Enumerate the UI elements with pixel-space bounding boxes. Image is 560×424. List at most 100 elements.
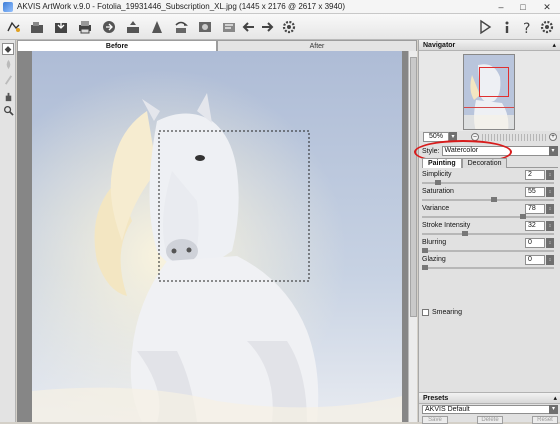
tab-before[interactable]: Before xyxy=(17,40,217,51)
param-value-input[interactable]: 32 xyxy=(525,221,545,231)
chevron-down-icon[interactable]: ▾ xyxy=(549,405,558,414)
smearing-option[interactable]: Smearing xyxy=(422,309,462,316)
param-glazing: Glazing 0 ↕ xyxy=(419,254,560,271)
minimize-button[interactable]: – xyxy=(490,0,512,14)
crop-tool-icon[interactable] xyxy=(2,43,14,55)
drop-tool-icon[interactable] xyxy=(2,58,14,70)
svg-text:?: ? xyxy=(523,21,530,35)
undo-history-icon[interactable] xyxy=(172,18,190,36)
presets-panel: Presets ▴ AKVIS Default ▾ Save Delete Re… xyxy=(419,392,560,424)
window-title: AKVIS ArtWork v.9.0 - Fotolia_19931446_S… xyxy=(17,2,346,11)
param-slider[interactable] xyxy=(422,265,554,270)
navigator-view-rect[interactable] xyxy=(479,67,509,97)
zoom-slider[interactable] xyxy=(482,133,546,141)
param-label: Simplicity xyxy=(422,171,452,178)
right-panel: Navigator ▴ 50% ▾ – + Style: Watercolor … xyxy=(414,40,560,424)
spinner-icon[interactable]: ↕ xyxy=(546,255,554,265)
spinner-icon[interactable]: ↕ xyxy=(546,221,554,231)
presets-header: Presets ▴ xyxy=(419,393,560,404)
share-icon[interactable] xyxy=(100,18,118,36)
param-label: Glazing xyxy=(422,256,446,263)
spinner-icon[interactable]: ↕ xyxy=(546,170,554,180)
param-slider[interactable] xyxy=(422,197,554,202)
text-decoration-icon[interactable] xyxy=(220,18,238,36)
settings-gear-icon[interactable] xyxy=(538,18,556,36)
delete-preset-button[interactable]: Delete xyxy=(477,416,503,424)
spinner-icon[interactable]: ↕ xyxy=(546,204,554,214)
slider-handle[interactable] xyxy=(462,231,468,236)
save-preset-button[interactable]: Save xyxy=(422,416,448,424)
param-value-input[interactable]: 0 xyxy=(525,238,545,248)
undo-icon[interactable] xyxy=(240,18,258,36)
param-slider[interactable] xyxy=(422,231,554,236)
chevron-down-icon[interactable]: ▾ xyxy=(548,146,558,156)
param-label: Blurring xyxy=(422,239,447,246)
preset-buttons: Save Delete Reset xyxy=(422,416,558,424)
settings-tabs: Painting Decoration xyxy=(422,158,558,168)
presets-title: Presets xyxy=(423,395,449,402)
param-value-input[interactable]: 0 xyxy=(525,255,545,265)
navigator-title: Navigator xyxy=(423,42,456,49)
tab-painting[interactable]: Painting xyxy=(422,158,462,168)
param-label: Variance xyxy=(422,205,450,212)
scrollbar-thumb[interactable] xyxy=(410,57,417,317)
slider-handle[interactable] xyxy=(491,197,497,202)
image-canvas[interactable] xyxy=(17,51,408,422)
spinner-icon[interactable]: ↕ xyxy=(546,238,554,248)
print-icon[interactable] xyxy=(76,18,94,36)
save-file-icon[interactable] xyxy=(52,18,70,36)
param-saturation: Saturation 55 ↕ xyxy=(419,186,560,203)
preferences-gear-icon[interactable] xyxy=(280,18,298,36)
spinner-icon[interactable]: ↕ xyxy=(546,187,554,197)
navigator-header: Navigator ▴ xyxy=(419,40,560,51)
collapse-icon[interactable]: ▴ xyxy=(552,40,556,51)
param-simplicity: Simplicity 2 ↕ xyxy=(419,169,560,186)
tab-decoration[interactable]: Decoration xyxy=(461,158,508,168)
view-tabs: Before After xyxy=(17,40,417,51)
preset-value: AKVIS Default xyxy=(425,406,470,413)
app-logo-icon xyxy=(3,1,13,12)
param-slider[interactable] xyxy=(422,180,554,185)
run-play-icon[interactable] xyxy=(476,18,494,36)
smearing-label: Smearing xyxy=(432,309,462,316)
slider-handle[interactable] xyxy=(435,180,441,185)
param-label: Stroke Intensity xyxy=(422,222,471,229)
slider-handle[interactable] xyxy=(422,248,428,253)
akvis-logo-icon[interactable] xyxy=(5,18,23,36)
param-slider[interactable] xyxy=(422,214,554,219)
info-icon[interactable] xyxy=(498,18,516,36)
slider-handle[interactable] xyxy=(520,214,526,219)
param-slider[interactable] xyxy=(422,248,554,253)
redo-icon[interactable] xyxy=(258,18,276,36)
tab-after[interactable]: After xyxy=(217,40,417,51)
help-icon[interactable]: ? xyxy=(518,18,536,36)
navigator-preview xyxy=(419,51,560,131)
collapse-icon[interactable]: ▴ xyxy=(553,393,557,404)
param-value-input[interactable]: 2 xyxy=(525,170,545,180)
zoom-tool-icon[interactable] xyxy=(2,104,14,116)
hand-tool-icon[interactable] xyxy=(2,90,14,102)
settings-canvas-icon[interactable] xyxy=(196,18,214,36)
smearing-checkbox[interactable] xyxy=(422,309,429,316)
maximize-button[interactable]: □ xyxy=(512,0,534,14)
open-file-icon[interactable] xyxy=(28,18,46,36)
canvas-icon[interactable] xyxy=(148,18,166,36)
vertical-scrollbar[interactable] xyxy=(408,51,417,422)
parameters-list: Simplicity 2 ↕ Saturation 55 ↕ Variance … xyxy=(419,169,560,271)
toolbar: ? xyxy=(0,14,560,40)
param-value-input[interactable]: 55 xyxy=(525,187,545,197)
param-blurring: Blurring 0 ↕ xyxy=(419,237,560,254)
brush-tool-icon[interactable] xyxy=(2,73,14,85)
slider-handle[interactable] xyxy=(422,265,428,270)
window-controls: – □ ✕ xyxy=(490,0,560,14)
param-value-input[interactable]: 78 xyxy=(525,204,545,214)
reset-preset-button[interactable]: Reset xyxy=(532,416,558,424)
tool-sidebar xyxy=(0,40,16,422)
horse-photo xyxy=(17,51,408,422)
close-button[interactable]: ✕ xyxy=(534,0,560,14)
zoom-in-button[interactable]: + xyxy=(549,133,557,141)
param-label: Saturation xyxy=(422,188,454,195)
preset-select[interactable]: AKVIS Default ▾ xyxy=(422,405,558,414)
batch-icon[interactable] xyxy=(124,18,142,36)
param-stroke-intensity: Stroke Intensity 32 ↕ xyxy=(419,220,560,237)
